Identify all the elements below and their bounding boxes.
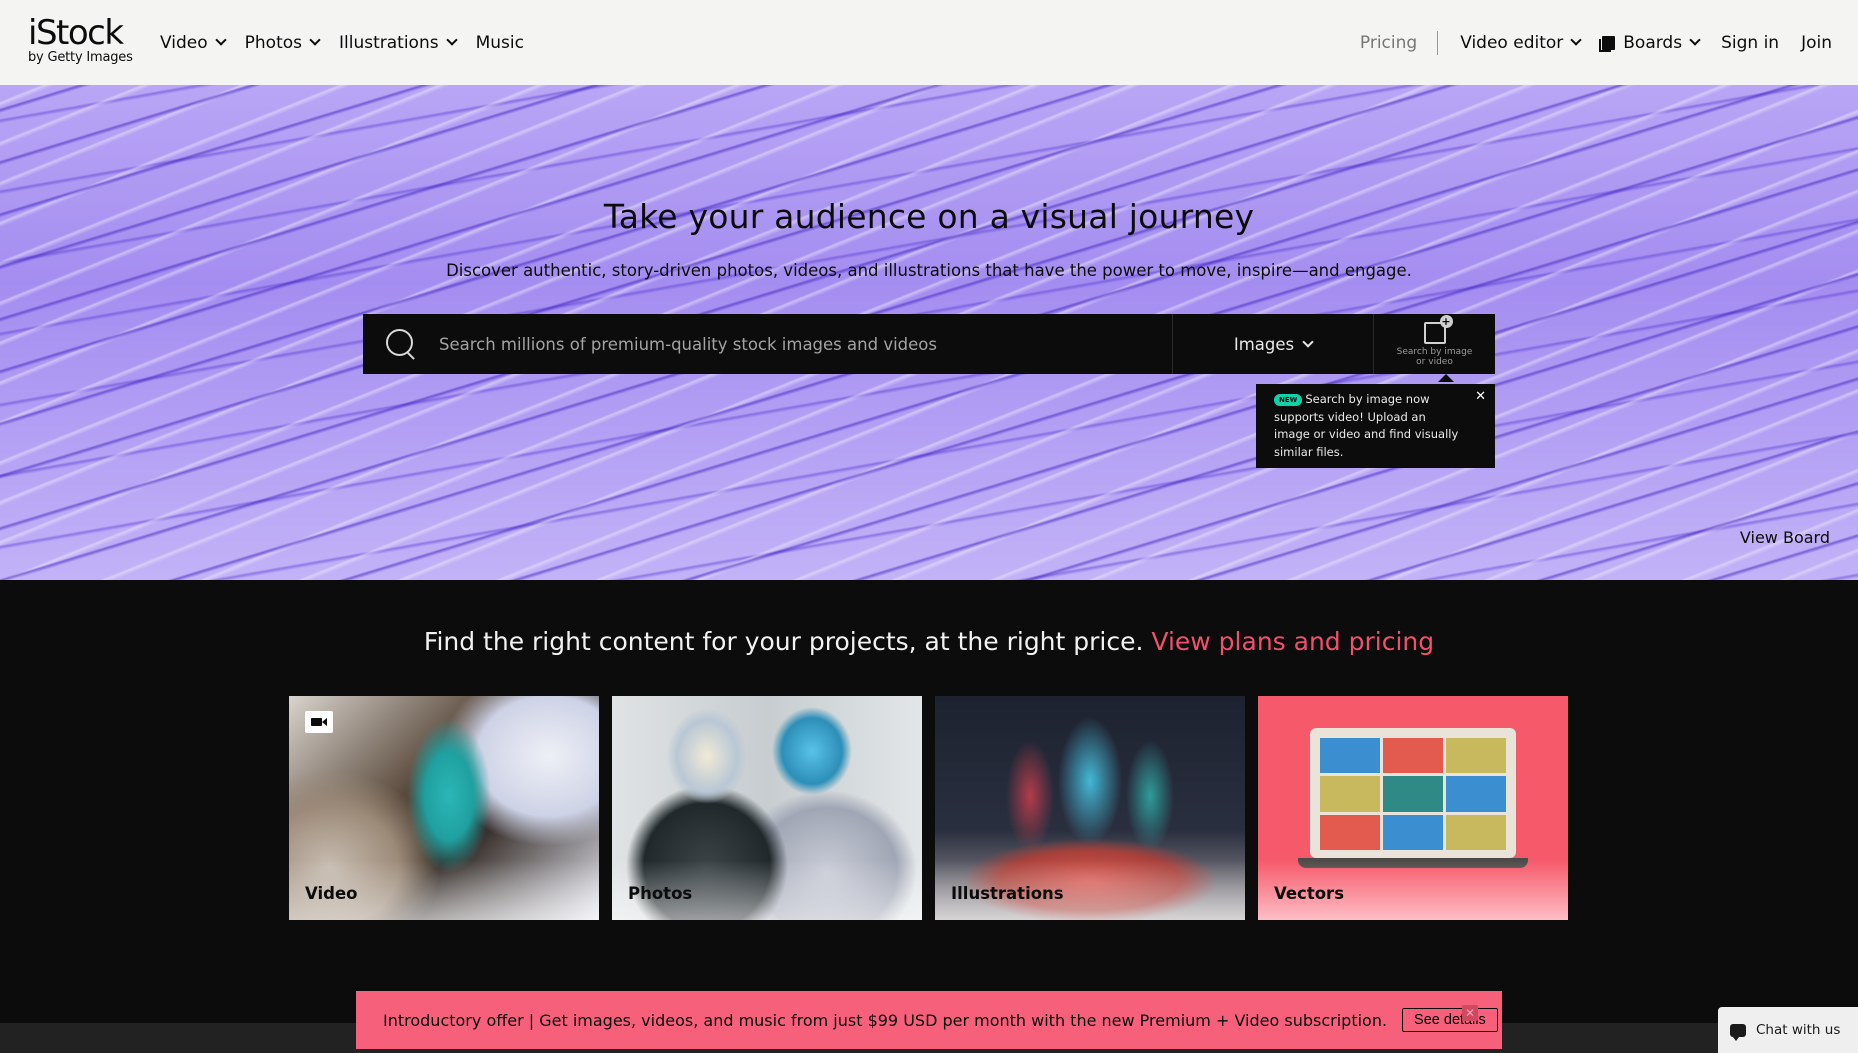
chevron-down-icon — [445, 34, 458, 46]
chevron-down-icon — [309, 34, 321, 46]
primary-nav: Video Photos Illustrations Music — [160, 0, 524, 85]
grid-tile — [1320, 738, 1380, 774]
card-illustrations[interactable]: Illustrations — [935, 696, 1245, 920]
new-badge: NEW — [1274, 394, 1303, 406]
nav-music-label: Music — [475, 32, 524, 53]
chevron-down-icon — [1689, 34, 1701, 46]
offer-text: Introductory offer | Get images, videos,… — [383, 1010, 1388, 1030]
hero-title: Take your audience on a visual journey — [603, 197, 1255, 236]
pricing-promo-text: Find the right content for your projects… — [423, 627, 1144, 656]
chat-icon — [1730, 1023, 1746, 1041]
card-label: Photos — [628, 884, 693, 903]
hero-banner: Take your audience on a visual journey D… — [0, 85, 1858, 580]
search-by-image-tooltip: NEW Search by image now supports video! U… — [1256, 384, 1495, 468]
see-details-button[interactable]: See details — [1402, 1008, 1498, 1032]
chevron-down-icon — [1570, 34, 1582, 46]
view-board-link[interactable]: View Board — [1740, 528, 1830, 547]
logo-wordmark: iStock — [28, 13, 124, 53]
video-editor-label: Video editor — [1460, 32, 1564, 53]
pricing-promo: Find the right content for your projects… — [0, 627, 1858, 656]
boards-label: Boards — [1623, 32, 1683, 53]
nav-illustrations-label: Illustrations — [339, 32, 439, 53]
join-link[interactable]: Join — [1801, 33, 1832, 53]
chat-widget-button[interactable]: Chat with us — [1718, 1007, 1858, 1053]
search-by-image-button[interactable]: Search by image or video — [1374, 314, 1495, 374]
video-call-grid — [1320, 738, 1506, 850]
close-icon[interactable]: ✕ — [1475, 388, 1486, 406]
nav-boards[interactable]: Boards — [1599, 32, 1701, 53]
image-search-icon — [1423, 314, 1453, 344]
logo-tagline: by Getty Images — [28, 50, 133, 65]
nav-video[interactable]: Video — [160, 32, 227, 53]
chat-label: Chat with us — [1756, 1022, 1841, 1038]
istock-logo[interactable]: iStock by Getty Images — [28, 16, 133, 64]
view-plans-link[interactable]: View plans and pricing — [1151, 627, 1434, 656]
site-header: iStock by Getty Images Video Photos Illu… — [0, 0, 1858, 85]
laptop-base — [1298, 858, 1528, 868]
nav-photos-label: Photos — [244, 32, 302, 53]
grid-tile — [1383, 776, 1443, 812]
search-type-dropdown[interactable]: Images — [1173, 314, 1374, 374]
introductory-offer-banner: Introductory offer | Get images, videos,… — [356, 991, 1502, 1049]
content-type-cards: Video Photos Illustrations Vectors — [289, 696, 1568, 920]
hero-subtitle: Discover authentic, story-driven photos,… — [446, 261, 1412, 280]
grid-tile — [1446, 814, 1506, 850]
laptop-illustration — [1310, 728, 1516, 858]
grid-tile — [1446, 776, 1506, 812]
nav-video-label: Video — [160, 32, 208, 53]
card-label: Vectors — [1274, 884, 1345, 903]
nav-illustrations[interactable]: Illustrations — [339, 32, 458, 53]
pricing-link[interactable]: Pricing — [1360, 30, 1439, 55]
sign-in-link[interactable]: Sign in — [1721, 33, 1779, 53]
grid-tile — [1320, 814, 1380, 850]
search-field-wrapper — [363, 314, 1173, 374]
boards-icon — [1599, 35, 1616, 52]
nav-photos[interactable]: Photos — [244, 32, 321, 53]
content-types-section: Find the right content for your projects… — [0, 580, 1858, 1023]
search-input[interactable] — [439, 334, 1172, 354]
search-bar: Images Search by image or video — [363, 314, 1495, 374]
chevron-down-icon — [1302, 335, 1314, 348]
video-camera-icon — [305, 711, 333, 733]
account-nav: Pricing Video editor Boards Sign in Join — [1360, 0, 1832, 85]
card-label: Video — [305, 884, 358, 903]
tooltip-arrow — [1438, 374, 1454, 382]
chevron-down-icon — [214, 34, 227, 46]
nav-music[interactable]: Music — [476, 33, 524, 53]
card-video[interactable]: Video — [289, 696, 599, 920]
search-type-label: Images — [1233, 334, 1295, 354]
close-icon[interactable]: ✕ — [1462, 1005, 1478, 1021]
search-icon[interactable] — [385, 328, 417, 360]
nav-video-editor[interactable]: Video editor — [1460, 32, 1582, 53]
search-by-image-label: Search by image or video — [1396, 346, 1473, 367]
grid-tile — [1383, 814, 1443, 850]
grid-tile — [1320, 776, 1380, 812]
grid-tile — [1446, 738, 1506, 774]
card-vectors[interactable]: Vectors — [1258, 696, 1568, 920]
card-label: Illustrations — [951, 884, 1064, 903]
grid-tile — [1383, 738, 1443, 774]
card-photos[interactable]: Photos — [612, 696, 922, 920]
